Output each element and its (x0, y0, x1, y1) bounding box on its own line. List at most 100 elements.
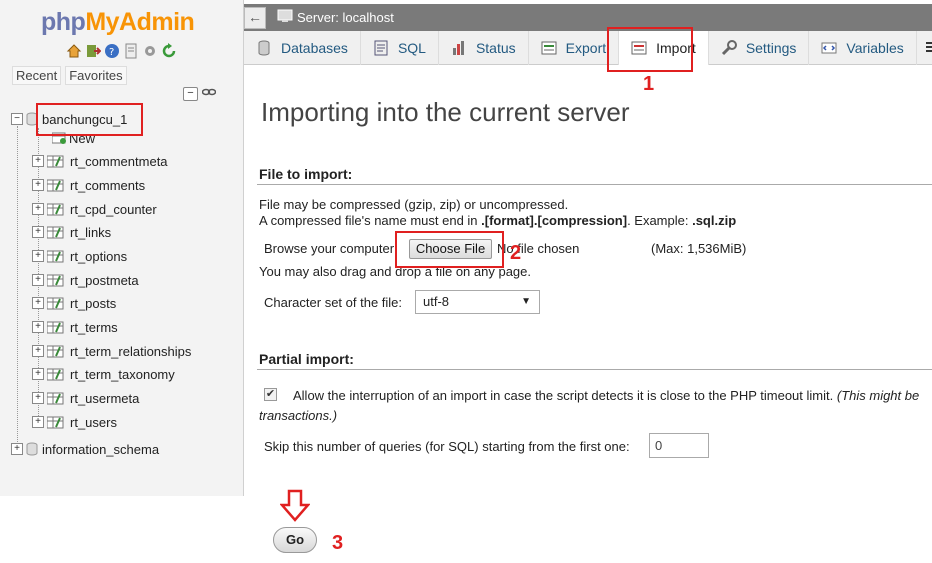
table-row[interactable]: + rt_comments (32, 176, 145, 194)
settings-icon[interactable] (142, 43, 158, 59)
table-name[interactable]: rt_options (70, 249, 127, 264)
table-name[interactable]: rt_links (70, 225, 111, 240)
expand-icon[interactable]: + (11, 443, 23, 455)
expand-icon[interactable]: + (32, 226, 44, 238)
table-row[interactable]: + rt_term_relationships (32, 342, 191, 360)
expand-icon[interactable]: + (32, 321, 44, 333)
table-name[interactable]: rt_postmeta (70, 273, 139, 288)
table-name[interactable]: rt_term_relationships (70, 344, 191, 359)
nav-icon-row: ? (66, 43, 177, 59)
server-label[interactable]: Server: localhost (297, 10, 394, 25)
section-divider (257, 184, 932, 185)
link-icon[interactable] (201, 87, 216, 101)
table-name[interactable]: rt_terms (70, 320, 118, 335)
arrow-down-icon (279, 489, 311, 526)
tab-settings[interactable]: Settings (709, 31, 810, 65)
wrench-icon (721, 40, 737, 56)
docs-icon[interactable] (123, 43, 139, 59)
tab-status[interactable]: Status (439, 31, 529, 65)
go-button[interactable]: Go (273, 527, 317, 553)
table-row[interactable]: + rt_cpd_counter (32, 200, 157, 218)
db-row-information-schema[interactable]: + information_schema (11, 440, 159, 458)
skip-queries-input[interactable]: 0 (649, 433, 709, 458)
table-row[interactable]: + rt_commentmeta (32, 152, 168, 170)
table-icon (46, 296, 65, 310)
expand-icon[interactable]: + (32, 345, 44, 357)
recent-tab[interactable]: Recent (12, 66, 62, 85)
interrupt-checkbox[interactable]: ✔ (264, 388, 277, 401)
server-breadcrumb[interactable]: Server: localhost (277, 9, 394, 26)
expand-icon[interactable]: + (32, 179, 44, 191)
phpmyadmin-logo[interactable]: phpMyAdmin (41, 8, 195, 37)
table-name[interactable]: rt_comments (70, 178, 145, 193)
compression-note: File may be compressed (gzip, zip) or un… (259, 197, 569, 212)
collapse-all-icon[interactable]: − (183, 87, 198, 101)
file-section-heading: File to import: (259, 166, 353, 182)
annotation-box-import (607, 27, 693, 72)
table-name[interactable]: rt_posts (70, 296, 116, 311)
collapse-icon[interactable]: − (11, 113, 23, 125)
tab-databases[interactable]: Databases (244, 31, 361, 65)
table-icon (46, 273, 65, 287)
main-content: Importing into the current server File t… (244, 65, 932, 563)
table-row[interactable]: + rt_terms (32, 318, 118, 336)
expand-icon[interactable]: + (32, 416, 44, 428)
table-row[interactable]: + rt_options (32, 247, 127, 265)
interrupt-label: Allow the interruption of an import in c… (293, 388, 920, 403)
table-row[interactable]: + rt_postmeta (32, 271, 139, 289)
table-icon (46, 249, 65, 263)
chevron-down-icon: ▼ (521, 296, 531, 307)
section-divider (257, 369, 932, 370)
table-row[interactable]: + rt_posts (32, 294, 116, 312)
exit-icon[interactable] (85, 43, 101, 59)
expand-icon[interactable]: + (32, 368, 44, 380)
tab-more[interactable] (917, 31, 932, 65)
expand-icon[interactable]: + (32, 392, 44, 404)
export-icon (541, 40, 557, 56)
table-name[interactable]: rt_users (70, 415, 117, 430)
home-icon[interactable] (66, 43, 82, 59)
nav-tabs: Recent Favorites (12, 66, 127, 85)
table-icon (46, 367, 65, 381)
database-icon (26, 442, 38, 456)
table-icon (46, 391, 65, 405)
annotation-number-2: 2 (510, 242, 522, 264)
expand-icon[interactable]: + (32, 203, 44, 215)
table-name[interactable]: rt_usermeta (70, 391, 139, 406)
filename-note: A compressed file's name must end in .[f… (259, 213, 737, 228)
table-icon (46, 344, 65, 358)
table-icon (46, 202, 65, 216)
table-name[interactable]: rt_commentmeta (70, 154, 168, 169)
charset-select[interactable]: utf-8 ▼ (415, 290, 540, 314)
back-arrow-icon[interactable]: ← (244, 7, 266, 29)
table-row[interactable]: + rt_usermeta (32, 389, 139, 407)
expand-icon[interactable]: + (32, 297, 44, 309)
variables-icon (821, 40, 837, 56)
table-row[interactable]: + rt_term_taxonomy (32, 365, 175, 383)
table-name[interactable]: rt_term_taxonomy (70, 367, 175, 382)
table-icon (46, 320, 65, 334)
help-icon[interactable]: ? (104, 43, 120, 59)
browse-label: Browse your computer: (264, 241, 398, 256)
status-icon (451, 40, 467, 56)
interrupt-label-cont: transactions.) (259, 408, 338, 423)
svg-text:?: ? (109, 47, 114, 58)
db-name[interactable]: information_schema (42, 442, 159, 457)
annotation-box-choose-file (395, 231, 504, 268)
charset-label: Character set of the file: (264, 295, 403, 310)
expand-icon[interactable]: + (32, 274, 44, 286)
table-row[interactable]: + rt_links (32, 223, 111, 241)
table-icon (46, 178, 65, 192)
table-icon (46, 225, 65, 239)
reload-icon[interactable] (161, 43, 177, 59)
table-row[interactable]: + rt_users (32, 413, 117, 431)
tab-variables[interactable]: Variables (809, 31, 917, 65)
page-title: Importing into the current server (261, 97, 630, 127)
tab-export[interactable]: Export (529, 31, 620, 65)
server-breadcrumb-bar: ← Server: localhost (244, 0, 932, 31)
tab-sql[interactable]: SQL (361, 31, 439, 65)
table-name[interactable]: rt_cpd_counter (70, 202, 157, 217)
favorites-tab[interactable]: Favorites (65, 66, 127, 85)
expand-icon[interactable]: + (32, 155, 44, 167)
expand-icon[interactable]: + (32, 250, 44, 262)
